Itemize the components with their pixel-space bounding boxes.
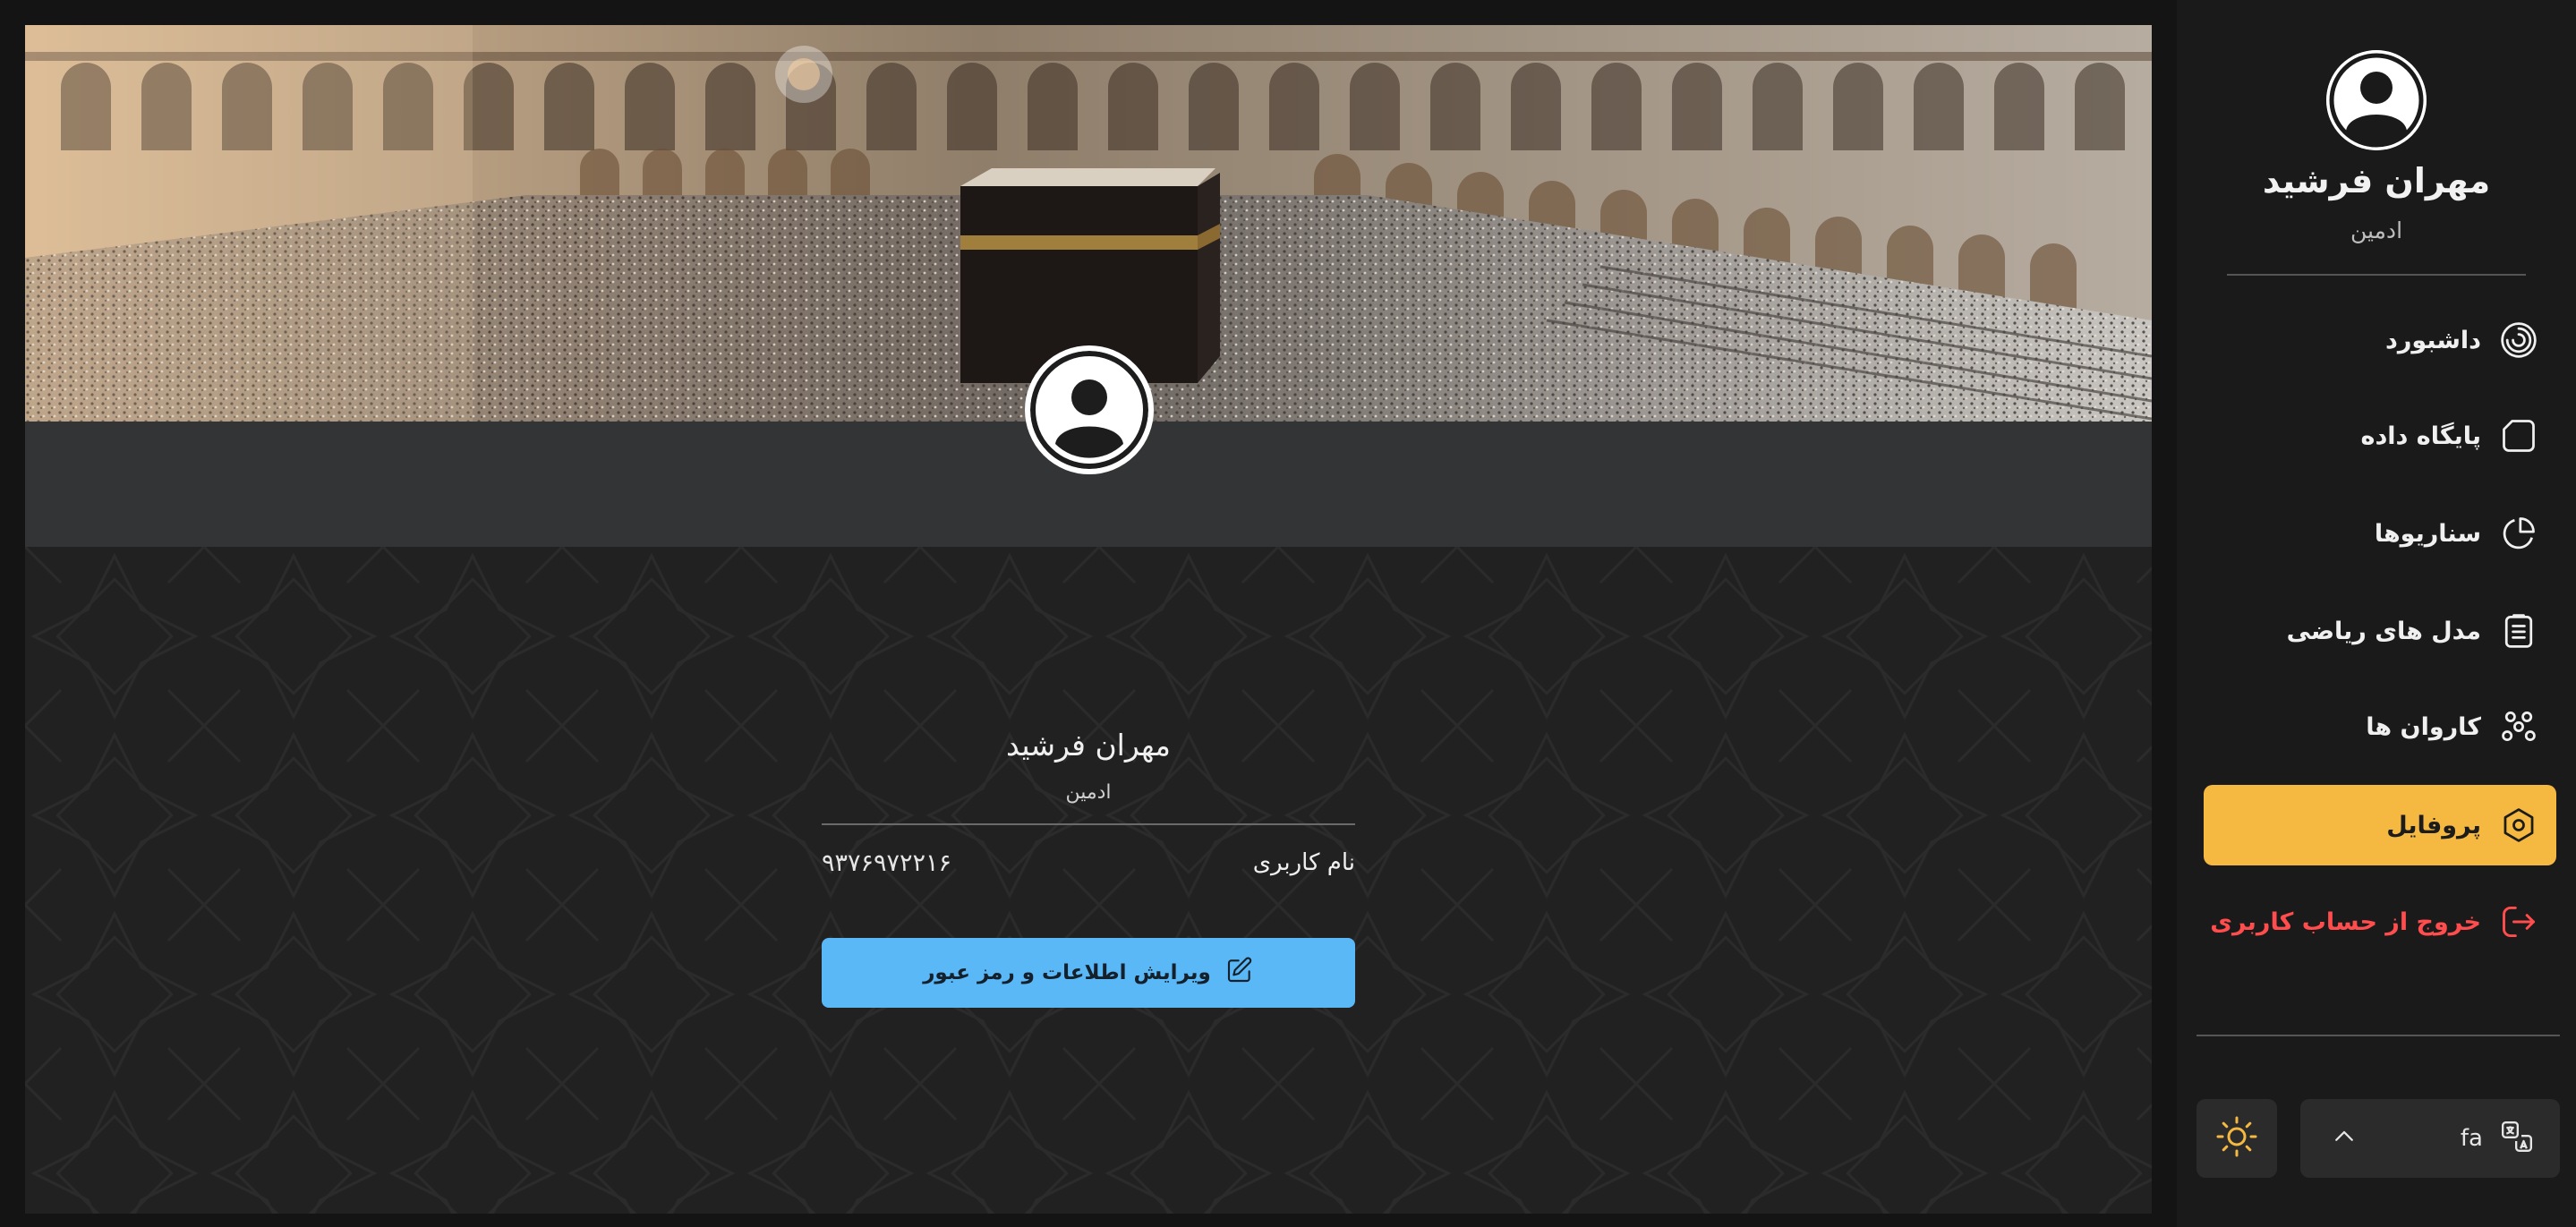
dashboard-icon	[2499, 320, 2538, 360]
user-avatar-icon	[2326, 50, 2427, 150]
sidebar-item-label: خروج از حساب کاربری	[2210, 907, 2481, 936]
sidebar-item-profile[interactable]: پروفایل	[2204, 785, 2556, 865]
sidebar-item-label: داشبورد	[2384, 326, 2481, 354]
sidebar-divider-top	[2227, 274, 2526, 276]
profile-role: ادمین	[1065, 781, 1112, 804]
username-row: نام کاربری ۹۳۷۶۹۷۲۲۱۶	[822, 841, 1355, 884]
language-select[interactable]: fa	[2300, 1099, 2560, 1178]
profile-divider	[822, 823, 1355, 825]
language-code: fa	[2460, 1125, 2483, 1152]
sidebar-item-dashboard[interactable]: داشبورد	[2204, 300, 2556, 380]
sidebar-item-math-models[interactable]: مدل های ریاضی	[2204, 591, 2556, 671]
theme-toggle-button[interactable]	[2196, 1099, 2277, 1178]
chevron-up-icon	[2331, 1123, 2358, 1154]
sidebar-item-label: کاروان ها	[2366, 712, 2481, 741]
sidebar-item-logout[interactable]: خروج از حساب کاربری	[2204, 882, 2556, 962]
logout-icon	[2499, 902, 2538, 942]
edit-info-password-button[interactable]: ویرایش اطلاعات و رمز عبور	[822, 938, 1355, 1008]
profile-avatar	[1025, 345, 1154, 474]
translate-icon	[2499, 1119, 2535, 1158]
sidebar-user-role: ادمین	[2350, 217, 2403, 243]
user-avatar-icon	[1037, 358, 1141, 462]
sidebar-item-label: سناریوها	[2374, 519, 2481, 548]
sidebar: مهران فرشید ادمین داشبورد پایگاه داده سن…	[2177, 0, 2576, 1227]
username-value: ۹۳۷۶۹۷۲۲۱۶	[822, 848, 952, 877]
edit-button-label: ویرایش اطلاعات و رمز عبور	[923, 961, 1211, 984]
sidebar-item-label: مدل های ریاضی	[2286, 617, 2481, 645]
database-icon	[2499, 416, 2538, 456]
sidebar-avatar	[2326, 50, 2427, 150]
hexagon-settings-icon	[2499, 805, 2538, 845]
sidebar-item-scenarios[interactable]: سناریوها	[2204, 493, 2556, 574]
main-content: مهران فرشید ادمین نام کاربری ۹۳۷۶۹۷۲۲۱۶ …	[25, 25, 2152, 1214]
profile-card: مهران فرشید ادمین نام کاربری ۹۳۷۶۹۷۲۲۱۶ …	[822, 723, 1355, 1008]
sidebar-item-label: پایگاه داده	[2360, 422, 2482, 450]
pie-chart-icon	[2499, 514, 2538, 553]
sidebar-item-caravans[interactable]: کاروان ها	[2204, 686, 2556, 767]
sidebar-user-name: مهران فرشید	[2262, 161, 2491, 200]
profile-name: مهران فرشید	[1006, 728, 1171, 763]
edit-icon	[1225, 956, 1254, 990]
sun-icon	[2215, 1115, 2258, 1162]
caravans-icon	[2499, 707, 2538, 746]
sidebar-item-database[interactable]: پایگاه داده	[2204, 396, 2556, 476]
username-label: نام کاربری	[1252, 849, 1355, 876]
sidebar-divider-bottom	[2196, 1035, 2560, 1036]
sidebar-item-label: پروفایل	[2386, 811, 2481, 839]
clipboard-icon	[2499, 611, 2538, 651]
